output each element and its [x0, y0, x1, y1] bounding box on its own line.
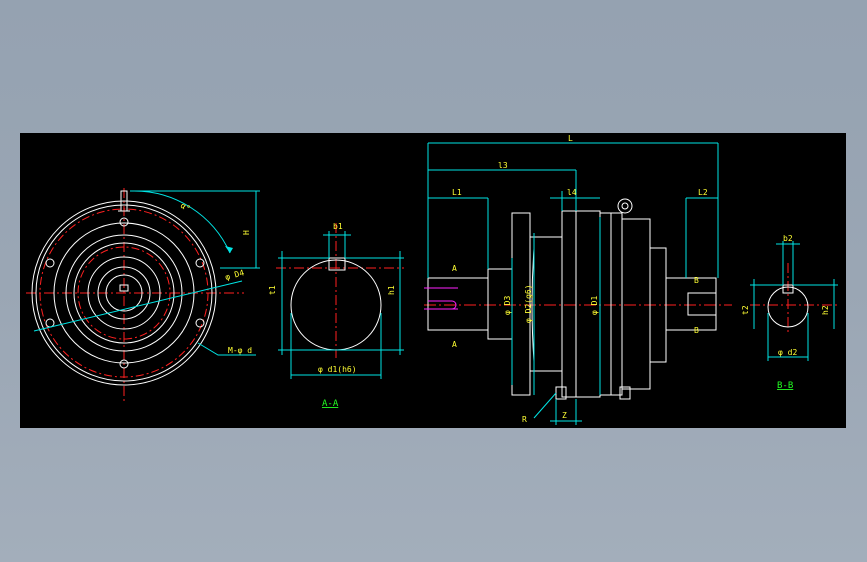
mounting-flange: [561, 210, 577, 398]
section-aa-caption: A-A: [322, 399, 339, 409]
thickness-label: Z: [562, 411, 567, 420]
d3-label: φ D3: [503, 296, 512, 315]
lifting-eye-hole: [621, 202, 629, 210]
output-housing: [621, 218, 651, 390]
section-a-a: [276, 223, 404, 379]
output-key: [687, 292, 717, 316]
section-mark-b-top: B: [694, 276, 699, 285]
input-shaft: [427, 277, 489, 331]
key-height-label: h1: [387, 285, 396, 295]
cad-drawing: α° H φ D4 M-φ d b1 t1 h1 φ d1(h6) A-A L …: [26, 134, 838, 425]
side-view: [424, 142, 732, 425]
l3-label: l3: [498, 161, 508, 170]
overall-length-label: L: [568, 134, 573, 143]
section-mark-a-bottom: A: [452, 340, 457, 349]
l1-label: L1: [452, 188, 462, 197]
height-label: H: [242, 230, 251, 235]
l4-label: l4: [567, 188, 577, 197]
diameter-label: φ d1(h6): [318, 365, 357, 374]
lifting-eye: [617, 198, 633, 214]
key-depth-label: t1: [268, 285, 277, 295]
holes-label: M-φ d: [228, 346, 252, 355]
section-mark-b-bottom: B: [694, 326, 699, 335]
angle-arc: [131, 190, 231, 254]
bolt-hole: [45, 318, 55, 328]
t2-label: t2: [741, 305, 750, 315]
d2-label-bb: φ d2: [778, 348, 797, 357]
d2-label: φ D2(g6): [524, 284, 533, 323]
l2-label: L2: [698, 188, 708, 197]
bolt-hole: [195, 318, 205, 328]
h2-label: h2: [821, 305, 830, 315]
fillet-label: R: [522, 415, 527, 424]
stage-one-housing: [529, 236, 563, 372]
output-shaft: [665, 277, 717, 331]
bolt-circle-label: φ D4: [224, 268, 245, 282]
b2-label: b2: [783, 234, 793, 243]
bolt-hole: [45, 258, 55, 268]
d1-label: φ D1: [590, 296, 599, 315]
drawing-sheet: α° H φ D4 M-φ d b1 t1 h1 φ d1(h6) A-A L …: [20, 133, 846, 428]
section-mark-a-top: A: [452, 264, 457, 273]
fillet-leader: [533, 392, 557, 419]
front-view: [26, 188, 260, 403]
section-b-b: [750, 241, 838, 361]
section-bb-caption: B-B: [777, 381, 793, 391]
angle-label: α°: [179, 201, 192, 214]
key-width-label: b1: [333, 222, 343, 231]
